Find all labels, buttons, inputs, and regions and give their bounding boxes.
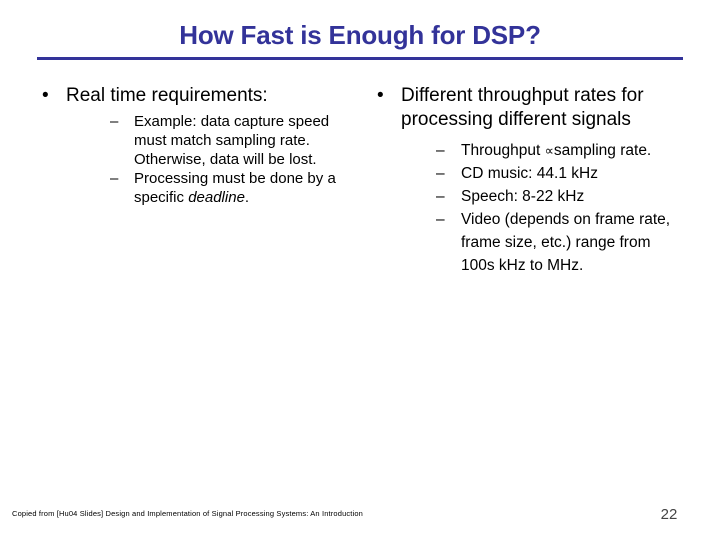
left-sub-bullet-text-2: Processing must be done by a specific de… [134,169,354,207]
right-sub-bullet-text-2: CD music: 44.1 kHz [461,165,598,182]
left-content-column: • Real time requirements: – Example: dat… [34,84,354,209]
dash-bullet-icon: – [436,211,445,228]
right-bullet-item: • Different throughput rates for process… [369,84,687,277]
dash-bullet-icon: – [436,142,445,159]
right-bullet-list: • Different throughput rates for process… [369,84,687,277]
proportional-to-icon: ∝ [544,143,554,158]
source-attribution-footer: Copied from [Hu04 Slides] Design and Imp… [12,509,363,518]
dash-bullet-icon: – [436,165,445,182]
right-sub-bullet-list: – Throughput ∝sampling rate. – CD music:… [434,139,687,277]
sampling-rate-label: sampling rate. [553,142,652,159]
right-sub-bullet-item-1: – Throughput ∝sampling rate. [434,139,687,162]
left-sub-bullet-emphasis: deadline [188,189,245,206]
right-sub-bullet-item-3: – Speech: 8-22 kHz [434,185,687,208]
right-sub-bullet-text-4: Video (depends on frame rate, frame size… [461,211,671,274]
title-block: How Fast is Enough for DSP? [37,18,683,62]
dash-bullet-icon: – [436,188,445,205]
right-bullet-heading: Different throughput rates for processin… [401,85,644,130]
right-sub-bullet-text-3: Speech: 8-22 kHz [461,188,585,205]
right-sub-bullet-text-1: Throughput ∝sampling rate. [461,139,687,162]
bullet-dot-icon: • [42,85,49,106]
page-number: 22 [660,506,678,523]
left-sub-bullet-item-2: – Processing must be done by a specific … [108,169,354,207]
left-sub-bullet-text-2-tail: . [244,189,250,206]
left-sub-bullet-text-1: Example: data capture speed must match s… [134,113,330,168]
dash-bullet-icon: – [110,113,119,130]
left-bullet-heading: Real time requirements: [66,85,268,106]
title-underline-rule [37,57,683,60]
bullet-dot-icon: • [377,85,384,106]
left-bullet-list: • Real time requirements: – Example: dat… [34,84,354,207]
page-title: How Fast is Enough for DSP? [179,20,541,50]
slide-canvas: How Fast is Enough for DSP? • Real time … [0,0,720,540]
left-sub-bullet-item-1: – Example: data capture speed must match… [108,112,354,169]
right-content-column: • Different throughput rates for process… [369,84,687,279]
left-bullet-item: • Real time requirements: – Example: dat… [34,84,354,207]
right-sub-bullet-item-4: – Video (depends on frame rate, frame si… [434,208,687,277]
throughput-label: Throughput [461,142,545,159]
dash-bullet-icon: – [110,170,119,187]
left-sub-bullet-list: – Example: data capture speed must match… [108,112,354,207]
right-sub-bullet-item-2: – CD music: 44.1 kHz [434,162,687,185]
